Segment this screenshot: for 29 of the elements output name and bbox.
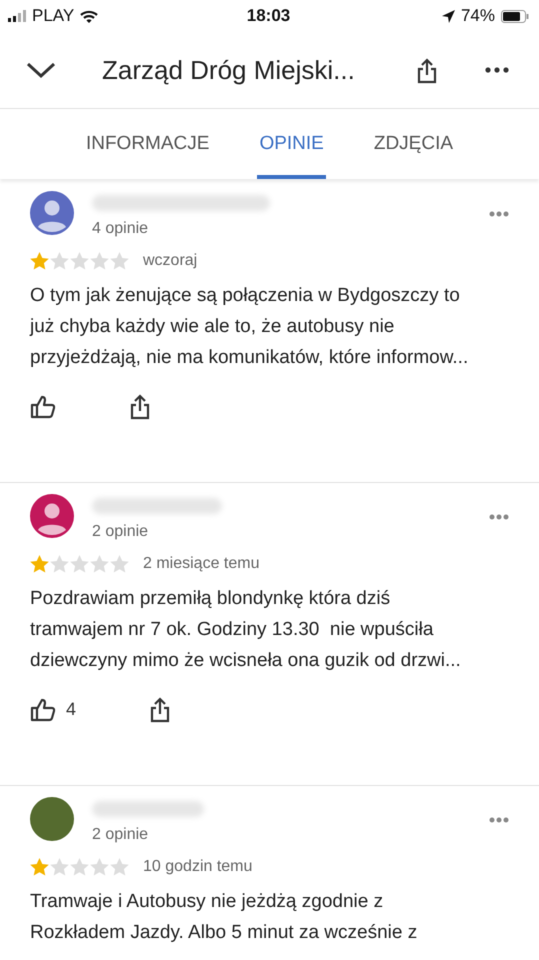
review-count: 2 opinie [92,523,150,541]
thumbs-up-icon [30,698,56,722]
share-icon[interactable] [415,56,439,84]
review-text: Pozdrawiam przemiłą blondynkę która dziś tramwajem nr 7 ok. Godziny 13.30 nie wpuściła dziewczyny mimo że wcisneła ona guzik od drzwi... [30,587,462,673]
like-count: 4 [66,699,76,720]
review-date: wczoraj [143,252,198,270]
tab[interactable]: OPINIE [257,109,326,179]
thumbs-up-icon [30,394,56,418]
review-count: 4 opinie [92,220,150,238]
place-title: Zarząd Dróg Miejski... [102,54,356,86]
battery-percent: 74% [460,6,495,26]
battery-icon [500,10,529,22]
carrier-name: PLAY [32,6,74,26]
review-date: 2 miesiące temu [143,555,260,573]
review-text: Tramwaje i Autobusy nie jeżdżą zgodnie z Rozkładem Jazdy. Albo 5 minut za wcześnie z [30,890,418,945]
tab[interactable]: INFORMACJE [84,109,212,179]
location-arrow-icon [442,10,455,22]
review-count: 2 opinie [92,826,150,844]
like-button[interactable] [30,394,56,418]
like-button[interactable]: 4 [30,698,76,722]
signal-icon [8,10,26,22]
clock-time: 18:03 [246,6,290,26]
share-icon[interactable] [128,393,152,420]
wifi-icon [80,10,98,22]
chevron-down-icon[interactable] [26,61,56,79]
review-text: O tym jak żenujące są połączenia w Bydgoszczy to już chyba każdy wie ale to, że autobusy nie przyjeżdżają, nie ma komunikatów, które informow... [30,284,470,370]
review-date: 10 godzin temu [143,858,252,876]
tab[interactable]: ZDJĘCIA [372,109,456,179]
more-icon[interactable] [485,67,509,73]
